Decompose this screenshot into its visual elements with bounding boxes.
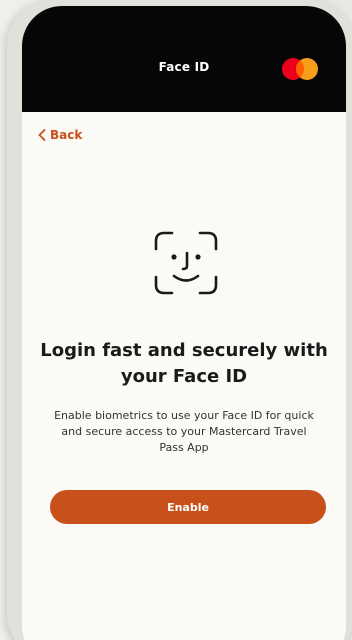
page: Face ID Back Login fast and securely wit… bbox=[0, 0, 352, 640]
mastercard-logo-icon bbox=[282, 58, 318, 80]
app-screen: Face ID Back Login fast and securely wit… bbox=[22, 6, 346, 640]
face-id-icon bbox=[154, 231, 218, 295]
back-button[interactable]: Back bbox=[38, 128, 82, 142]
description-text: Enable biometrics to use your Face ID fo… bbox=[54, 409, 314, 454]
headline: Login fast and securely with your Face I… bbox=[40, 340, 328, 387]
chevron-left-icon bbox=[38, 129, 46, 141]
back-label: Back bbox=[50, 128, 83, 142]
app-header: Face ID bbox=[22, 6, 346, 112]
enable-button[interactable]: Enable bbox=[50, 490, 326, 524]
